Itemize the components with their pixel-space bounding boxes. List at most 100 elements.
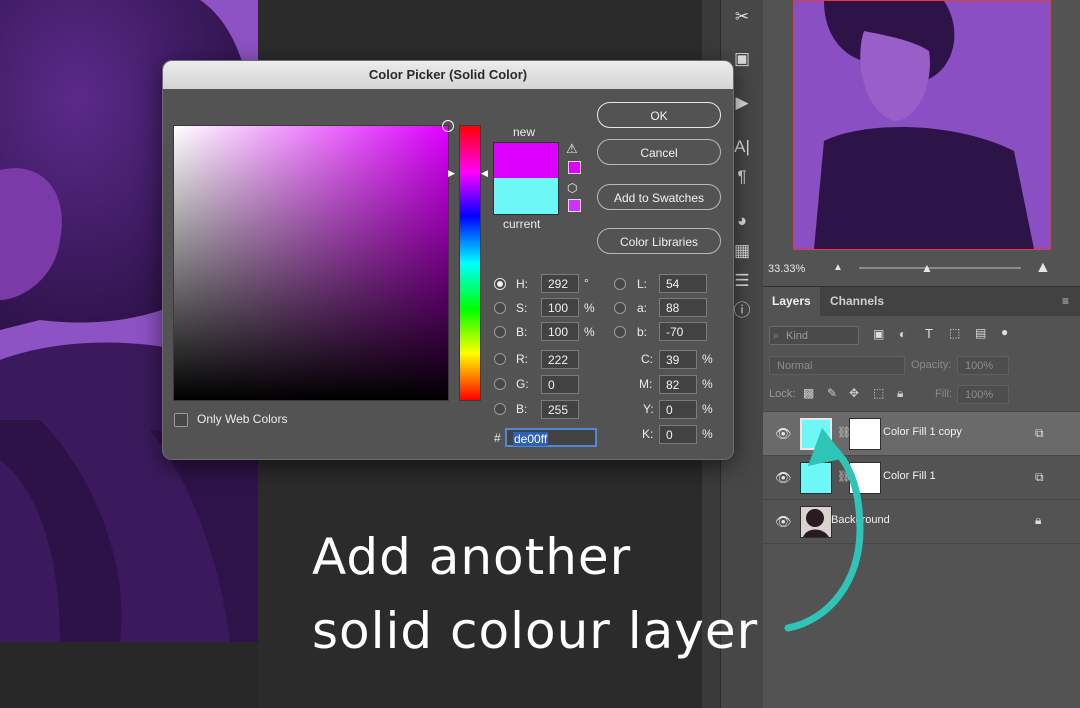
brightness-radio[interactable] — [494, 326, 506, 338]
zoom-percent[interactable]: 33.33% — [768, 263, 805, 275]
fill-value: 100% — [965, 389, 994, 401]
fill-field[interactable]: 100% — [957, 385, 1009, 404]
a-channel-radio[interactable] — [614, 302, 626, 314]
image-filter-icon[interactable]: ▣ — [873, 327, 884, 341]
blue-radio[interactable] — [494, 403, 506, 415]
yellow-label: Y: — [643, 402, 654, 416]
lock-transparent-icon[interactable]: ▩ — [803, 386, 814, 400]
lock-paint-icon[interactable]: ✎ — [827, 386, 837, 400]
cancel-button[interactable]: Cancel — [597, 139, 721, 165]
web-safe-swatch[interactable] — [568, 199, 581, 212]
layer-name[interactable]: Color Fill 1 copy — [883, 426, 962, 438]
tab-layers[interactable]: Layers — [763, 287, 820, 317]
red-radio[interactable] — [494, 353, 506, 365]
hue-slider[interactable] — [459, 125, 481, 401]
opacity-value: 100% — [965, 360, 994, 372]
lock-move-icon[interactable]: ✥ — [849, 386, 859, 400]
green-radio[interactable] — [494, 378, 506, 390]
filter-toggle-icon[interactable]: ● — [1001, 325, 1008, 339]
saturation-field[interactable]: 100 — [541, 298, 579, 317]
a-channel-label: a: — [637, 301, 648, 315]
tab-channels[interactable]: Channels — [821, 287, 893, 317]
b-channel-radio[interactable] — [614, 326, 626, 338]
lock-all-icon[interactable]: 🔒︎ — [897, 386, 903, 401]
arrow-shaft — [784, 446, 864, 632]
smart-object-filter-icon[interactable]: ▤ — [975, 326, 986, 340]
lightness-radio[interactable] — [614, 278, 626, 290]
color-field-marker[interactable] — [442, 120, 454, 132]
zoom-out-icon[interactable]: ▲ — [833, 262, 843, 273]
a-channel-field[interactable]: 88 — [659, 298, 707, 317]
brightness-unit: % — [584, 325, 595, 339]
lock-label: Lock: — [769, 388, 796, 400]
hue-field[interactable]: 292 — [541, 274, 579, 293]
magenta-unit: % — [702, 377, 713, 391]
red-label: R: — [516, 352, 528, 366]
kind-filter-dropdown[interactable]: ⌕ Kind — [769, 326, 859, 345]
kind-label: Kind — [786, 330, 809, 342]
yellow-field[interactable]: 0 — [659, 400, 697, 419]
navigator-zoom-row: 33.33% ▲ ▲ ▲ — [763, 258, 1080, 284]
layers-toolbar: ⌕ Kind ▣ ◐ T ⬚ ▤ ● Normal Opacity: 100% … — [763, 316, 1080, 420]
color-field[interactable] — [173, 120, 454, 401]
saturation-radio[interactable] — [494, 302, 506, 314]
blue-label: B: — [516, 402, 528, 416]
black-label: K: — [642, 427, 654, 441]
opacity-label: Opacity: — [911, 359, 952, 371]
add-to-swatches-button[interactable]: Add to Swatches — [597, 184, 721, 210]
saturation-label: S: — [516, 301, 528, 315]
new-label: new — [513, 125, 536, 139]
blend-mode-value: Normal — [777, 360, 813, 372]
gamut-warning-swatch[interactable] — [568, 161, 581, 174]
panel-menu-icon[interactable]: ≡ — [1062, 294, 1069, 308]
hue-slider-left-arrow[interactable]: ▶ — [448, 168, 455, 179]
hex-value: de00ff — [513, 432, 549, 446]
hex-field[interactable]: de00ff — [505, 428, 597, 447]
shape-filter-icon[interactable]: ⬚ — [949, 326, 960, 340]
lock-icon[interactable]: 🔒︎ — [1035, 513, 1041, 528]
b-channel-field[interactable]: -70 — [659, 322, 707, 341]
hue-label: H: — [516, 277, 528, 291]
hue-unit: ° — [584, 276, 589, 290]
current-color-swatch[interactable] — [493, 178, 559, 215]
opacity-field[interactable]: 100% — [957, 356, 1009, 375]
ok-button[interactable]: OK — [597, 102, 721, 128]
only-web-colors-checkbox[interactable] — [174, 413, 188, 427]
brightness-label: B: — [516, 325, 528, 339]
type-filter-icon[interactable]: T — [925, 326, 933, 341]
annotation-line-2: solid colour layer — [312, 602, 759, 660]
color-libraries-button[interactable]: Color Libraries — [597, 228, 721, 254]
green-label: G: — [516, 377, 529, 391]
brightness-field[interactable]: 100 — [541, 322, 579, 341]
cyan-unit: % — [702, 352, 713, 366]
cyan-label: C: — [641, 352, 653, 366]
hue-slider-right-arrow[interactable]: ◀ — [481, 168, 488, 179]
dialog-title[interactable]: Color Picker (Solid Color) — [163, 61, 733, 89]
yellow-unit: % — [702, 402, 713, 416]
magenta-field[interactable]: 82 — [659, 375, 697, 394]
zoom-slider-track[interactable] — [859, 267, 1021, 269]
smart-filter-icon: ⧉ — [1035, 426, 1044, 440]
navigator-preview[interactable] — [793, 0, 1051, 250]
blue-field[interactable]: 255 — [541, 400, 579, 419]
search-icon: ⌕ — [773, 330, 780, 342]
red-field[interactable]: 222 — [541, 350, 579, 369]
layer-name[interactable]: Color Fill 1 — [883, 470, 936, 482]
black-field[interactable]: 0 — [659, 425, 697, 444]
tools-icon[interactable]: ✂ — [729, 4, 755, 30]
gamut-warning-icon: ⚠ — [566, 141, 578, 156]
hex-label: # — [494, 431, 501, 445]
lightness-field[interactable]: 54 — [659, 274, 707, 293]
blend-mode-dropdown[interactable]: Normal — [769, 356, 905, 375]
lock-artboard-icon[interactable]: ⬚ — [873, 386, 884, 400]
only-web-colors-label: Only Web Colors — [197, 412, 288, 426]
b-channel-label: b: — [637, 325, 648, 339]
zoom-slider-thumb[interactable]: ▲ — [921, 261, 933, 275]
green-field[interactable]: 0 — [541, 375, 579, 394]
smart-filter-icon: ⧉ — [1035, 470, 1044, 484]
navigator-thumbnail — [794, 1, 1050, 249]
cyan-field[interactable]: 39 — [659, 350, 697, 369]
hue-radio[interactable] — [494, 278, 506, 290]
adjustment-filter-icon[interactable]: ◐ — [899, 327, 906, 341]
zoom-in-icon[interactable]: ▲ — [1035, 259, 1051, 277]
